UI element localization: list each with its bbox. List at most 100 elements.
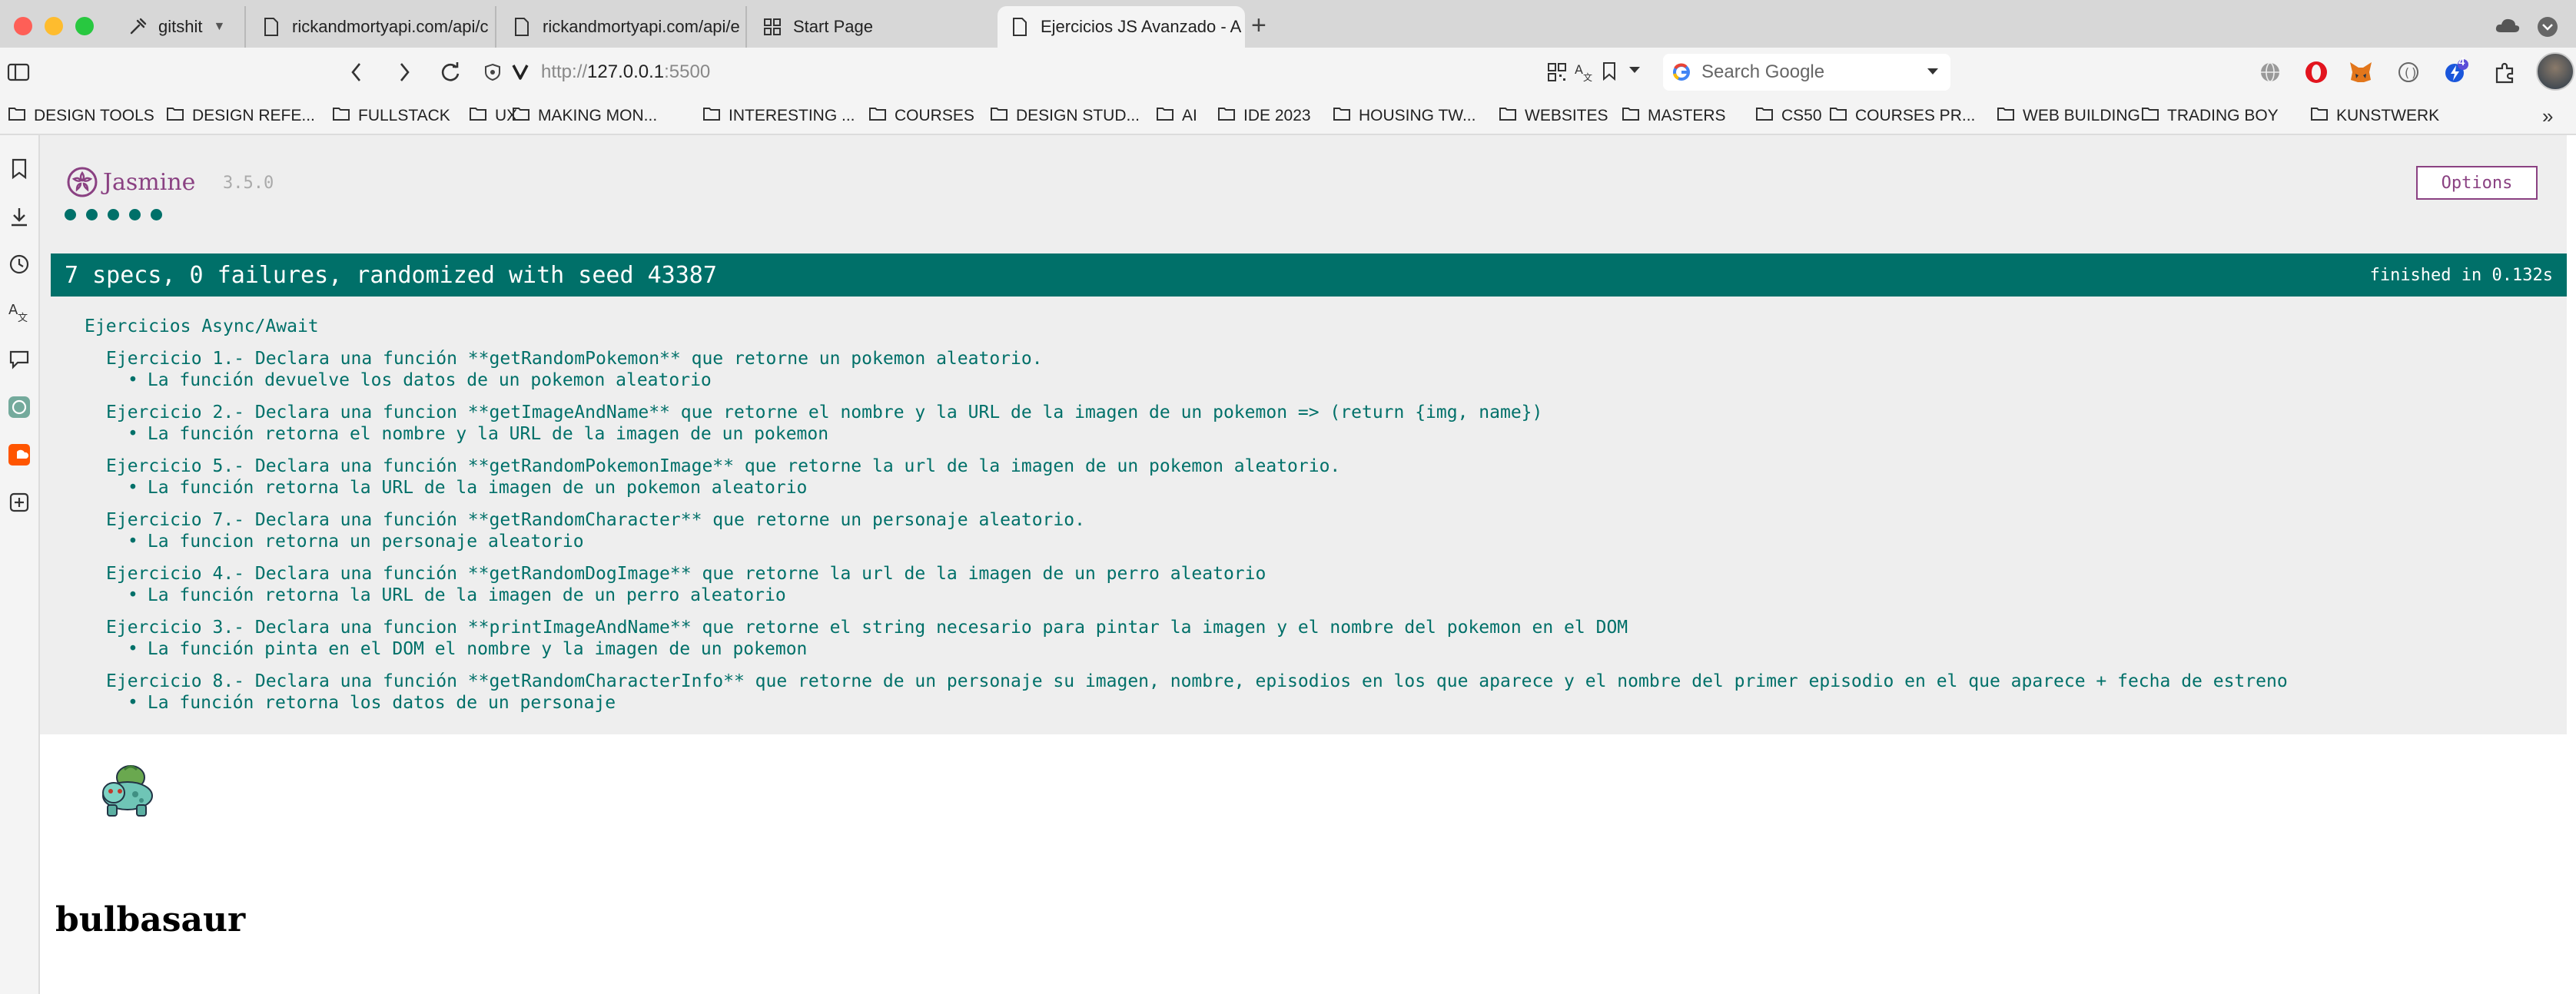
jasmine-version: 3.5.0: [223, 174, 274, 193]
spec-item[interactable]: La función retorna la URL de la imagen d…: [128, 585, 786, 605]
spec-passed-dot[interactable]: [129, 209, 141, 220]
folder-icon: [1829, 106, 1847, 126]
spec-item[interactable]: La función retorna el nombre y la URL de…: [128, 424, 828, 444]
jasmine-flower-icon: [67, 167, 98, 197]
bracket-extension-icon[interactable]: (): [2395, 58, 2422, 86]
folder-icon: [469, 106, 487, 126]
tab-rickandmorty-episodes[interactable]: rickandmortyapi.com/api/e: [500, 6, 747, 48]
tab-gitshit[interactable]: gitshit ▼: [115, 6, 246, 48]
results-summary-bar: 7 specs, 0 failures, randomized with see…: [51, 253, 2567, 297]
translate-icon[interactable]: A文: [1574, 61, 1595, 87]
bookmarks-panel-icon[interactable]: [7, 157, 32, 181]
folder-icon: [1755, 106, 1774, 126]
bookmark-folder[interactable]: HOUSING TW...: [1333, 106, 1476, 126]
suite-title[interactable]: Ejercicios Async/Await: [85, 316, 319, 336]
tab-start-page[interactable]: Start Page: [750, 6, 996, 48]
jasmine-logo: Jasmine: [66, 166, 195, 198]
more-bookmarks-icon[interactable]: »: [2542, 104, 2553, 128]
bookmark-folder[interactable]: DESIGN TOOLS: [8, 106, 154, 126]
folder-icon: [1217, 106, 1236, 126]
bookmark-folder[interactable]: INTERESTING ...: [702, 106, 855, 126]
tab-rickandmorty-characters[interactable]: rickandmortyapi.com/api/c: [249, 6, 496, 48]
bookmark-folder[interactable]: AI: [1156, 106, 1197, 126]
spec-item[interactable]: La función pinta en el DOM el nombre y l…: [128, 639, 808, 659]
bookmark-folder[interactable]: KUNSTWERK: [2310, 106, 2439, 126]
spec-item[interactable]: La funcion retorna un personaje aleatori…: [128, 532, 584, 552]
soundcloud-panel-icon[interactable]: [7, 442, 32, 467]
options-button[interactable]: Options: [2416, 166, 2538, 200]
spec-item[interactable]: La función retorna la URL de la imagen d…: [128, 478, 808, 498]
history-panel-icon[interactable]: [7, 252, 32, 277]
bookmark-folder[interactable]: DESIGN REFE...: [166, 106, 315, 126]
spec-group-title[interactable]: Ejercicio 8.- Declara una función **getR…: [106, 671, 2288, 691]
spec-passed-dot[interactable]: [65, 209, 76, 220]
folder-icon: [512, 106, 530, 126]
puzzle-extensions-icon[interactable]: [2491, 58, 2519, 86]
bookmark-icon[interactable]: [1602, 61, 1617, 85]
spec-passed-dot[interactable]: [151, 209, 162, 220]
bookmark-folder[interactable]: WEBSITES: [1499, 106, 1608, 126]
bookmark-folder-label: CS50: [1781, 107, 1822, 124]
bookmark-folder-label: COURSES: [895, 107, 974, 124]
bookmark-folder[interactable]: COURSES PR...: [1829, 106, 1975, 126]
tab-label: Ejercicios JS Avanzado - A: [1041, 17, 1242, 36]
results-summary: 7 specs, 0 failures, randomized with see…: [65, 261, 717, 289]
bookmark-folder[interactable]: FULLSTACK: [332, 106, 450, 126]
spec-group-title[interactable]: Ejercicio 5.- Declara una función **getR…: [106, 456, 1340, 476]
downloads-panel-icon[interactable]: [7, 204, 32, 229]
bookmark-folder[interactable]: TRADING BOY: [2141, 106, 2279, 126]
chevron-down-icon[interactable]: [1628, 65, 1642, 79]
tab-ejercicios-js[interactable]: Ejercicios JS Avanzado - A: [998, 6, 1245, 48]
bookmark-folder[interactable]: DESIGN STUD...: [990, 106, 1140, 126]
lightning-extension-icon[interactable]: 4: [2442, 55, 2470, 86]
url-field[interactable]: http://127.0.0.1:5500 A文: [473, 54, 1652, 91]
add-web-panel-icon[interactable]: [7, 490, 32, 515]
maximize-window-button[interactable]: [75, 17, 94, 35]
chat-panel-icon[interactable]: [7, 347, 32, 372]
chevron-down-icon[interactable]: [1926, 66, 1940, 81]
minimize-window-button[interactable]: [45, 17, 63, 35]
bookmark-folder[interactable]: IDE 2023: [1217, 106, 1311, 126]
bookmark-folder-label: IDE 2023: [1243, 107, 1311, 124]
bookmark-folder[interactable]: WEB BUILDING: [1997, 106, 2140, 126]
spec-group-title[interactable]: Ejercicio 3.- Declara una funcion **prin…: [106, 618, 1628, 638]
forward-button[interactable]: [390, 58, 418, 86]
shield-icon[interactable]: [484, 63, 501, 85]
bookmarks-bar: DESIGN TOOLS DESIGN REFE... FULLSTACK UX MAK…: [0, 97, 2576, 135]
bookmark-folder[interactable]: COURSES: [868, 106, 974, 126]
opera-icon[interactable]: [2302, 58, 2330, 86]
spec-group-title[interactable]: Ejercicio 1.- Declara una función **getR…: [106, 349, 1043, 369]
profile-avatar[interactable]: [2536, 52, 2574, 91]
bookmark-folder[interactable]: MAKING MON...: [512, 106, 657, 126]
tab-bar: gitshit ▼ rickandmortyapi.com/api/c rick…: [0, 0, 2576, 48]
new-tab-button[interactable]: +: [1251, 11, 1266, 41]
metamask-fox-icon[interactable]: [2347, 58, 2375, 86]
spec-passed-dot[interactable]: [108, 209, 119, 220]
bookmark-folder[interactable]: CS50: [1755, 106, 1822, 126]
search-field[interactable]: Search Google: [1663, 54, 1950, 91]
translate-panel-icon[interactable]: A文: [7, 300, 32, 324]
bookmark-folder[interactable]: UX: [469, 106, 517, 126]
chevron-down-icon[interactable]: ▼: [213, 20, 225, 34]
page-icon: [261, 17, 281, 37]
chevron-down-icon[interactable]: [2536, 15, 2559, 42]
panel-toggle-icon[interactable]: [5, 58, 32, 86]
bookmark-folder-label: DESIGN REFE...: [192, 107, 315, 124]
bookmark-folder[interactable]: MASTERS: [1622, 106, 1726, 126]
bookmark-folder-label: MASTERS: [1648, 107, 1726, 124]
reload-button[interactable]: [437, 58, 464, 86]
spec-group-title[interactable]: Ejercicio 2.- Declara una funcion **getI…: [106, 403, 1542, 422]
spec-passed-dot[interactable]: [86, 209, 98, 220]
spec-group-title[interactable]: Ejercicio 7.- Declara una función **getR…: [106, 510, 1085, 530]
back-button[interactable]: [343, 58, 370, 86]
spec-item[interactable]: La función retorna los datos de un perso…: [128, 693, 616, 713]
globe-icon[interactable]: [2256, 58, 2284, 86]
folder-icon: [702, 106, 721, 126]
chatgpt-panel-icon[interactable]: [7, 395, 32, 419]
spec-item[interactable]: La función devuelve los datos de un poke…: [128, 370, 712, 390]
spec-group-title[interactable]: Ejercicio 4.- Declara una función **getR…: [106, 564, 1266, 584]
bookmark-folder-label: AI: [1182, 107, 1197, 124]
qr-code-icon[interactable]: [1548, 63, 1566, 85]
cloud-icon[interactable]: [2495, 17, 2521, 38]
close-window-button[interactable]: [14, 17, 32, 35]
